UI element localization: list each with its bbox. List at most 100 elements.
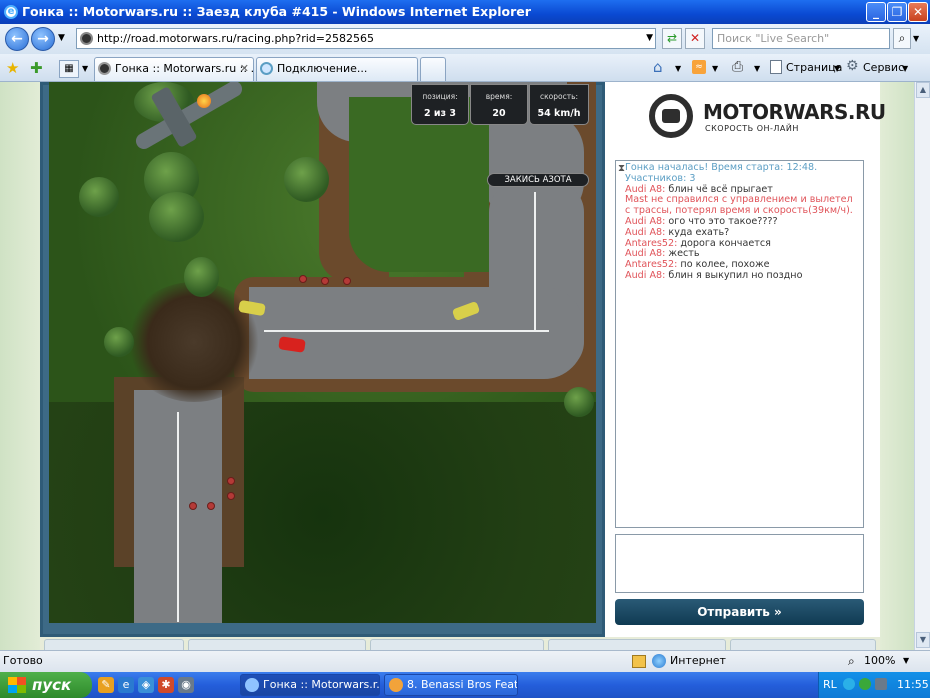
tree [79,177,119,217]
home-dropdown-icon[interactable]: ▼ [675,64,681,73]
chat-nick[interactable]: Antares52: [625,238,677,249]
internet-zone-icon [652,654,666,668]
address-dropdown-icon[interactable]: ▼ [646,29,653,48]
close-window-button[interactable]: ✕ [908,2,928,22]
tab-loading[interactable]: Подключение... [256,57,418,81]
minimize-button[interactable]: _ [866,2,886,22]
traffic-cone [227,477,235,485]
scroll-down-icon[interactable]: ▼ [916,632,930,648]
bottom-tab[interactable] [370,639,544,650]
send-button[interactable]: Отправить » [615,599,864,625]
tab-active[interactable]: Гонка :: Motorwars.ru :: ... ✕ [94,57,254,81]
print-icon[interactable]: ⎙ [732,59,743,75]
hourglass-icon: ⧗ [618,163,626,174]
chat-text: жесть [668,248,700,260]
feeds-icon[interactable]: ≈ [692,60,706,74]
page-content: позиция: 2 из 3 время: 20 скорость: 54 k… [0,82,914,650]
quicklaunch-app-icon[interactable]: ✱ [158,677,174,693]
search-button[interactable]: ⌕ [893,28,911,49]
new-tab-button[interactable] [420,57,446,81]
chat-nick[interactable]: Audi A8: [625,184,665,195]
tray-icon[interactable] [875,678,887,690]
language-indicator[interactable]: RL [823,672,837,698]
quicklaunch-app-icon[interactable]: ◉ [178,677,194,693]
refresh-button[interactable]: ⇄ [662,28,682,49]
road-stripe [177,412,179,622]
clock: 11:55 [897,678,929,691]
windows-logo-icon [8,677,26,693]
task-player-icon [389,678,403,692]
chat-nick[interactable]: Audi A8: [625,227,665,238]
chat-text: Гонка началась! Время старта: 12:48. Уча… [625,162,818,184]
zoom-level[interactable]: 100% [864,651,895,671]
vertical-scrollbar[interactable]: ▲ ▼ [914,82,930,650]
quicklaunch-app-icon[interactable]: ◈ [138,677,154,693]
feeds-dropdown-icon[interactable]: ▼ [712,64,718,73]
search-input[interactable]: Поиск "Live Search" [712,28,890,49]
zoom-icon[interactable]: ⌕ [848,651,855,671]
maximize-button[interactable]: ❐ [887,2,907,22]
chat-message: Audi A8: блин я выкупил но поздно [625,270,857,282]
stop-button[interactable]: ✕ [685,28,705,49]
tree [104,327,134,357]
chat-text: куда ехать? [668,226,730,238]
bottom-tab[interactable] [730,639,876,650]
address-input[interactable]: http://road.motorwars.ru/racing.php?rid=… [76,28,656,49]
tab-list-dropdown-icon[interactable]: ▼ [82,64,88,73]
forward-button[interactable]: → [31,27,55,51]
taskbar-task-browser[interactable]: Гонка :: Motorwars.r... [240,674,380,696]
traffic-cone [343,277,351,285]
chat-nick[interactable]: Audi A8: [625,270,665,281]
tree [149,192,204,242]
hud-position: позиция: 2 из 3 [411,84,469,125]
race-game-canvas[interactable]: позиция: 2 из 3 время: 20 скорость: 54 k… [49,82,596,623]
right-decoration [880,82,914,650]
status-bar: Готово Интернет ⌕ 100% ▼ [0,650,930,672]
chat-nick[interactable]: Audi A8: [625,248,665,259]
close-tab-icon[interactable]: ✕ [240,58,249,80]
left-decoration [0,82,40,650]
window-title: Гонка :: Motorwars.ru :: Заезд клуба #41… [22,4,531,19]
add-favorites-icon[interactable]: ✚ [30,59,43,77]
nitro-button[interactable]: ЗАКИСЬ АЗОТА [487,173,589,187]
bottom-tab[interactable] [188,639,366,650]
zoom-dropdown-icon[interactable]: ▼ [903,651,909,671]
chat-text: ого что это такое???? [668,215,778,227]
chat-text: дорога кончается [680,237,771,249]
window-title-bar: e Гонка :: Motorwars.ru :: Заезд клуба #… [0,0,930,24]
chat-nick[interactable]: Audi A8: [625,216,665,227]
service-menu[interactable]: Сервис [863,60,904,76]
back-button[interactable]: ← [5,27,29,51]
quicklaunch-ie-icon[interactable]: e [118,677,134,693]
chat-message-input[interactable] [615,534,864,593]
bottom-tab[interactable] [44,639,184,650]
quick-tabs-icon[interactable]: ▦ [59,60,79,78]
tray-icon[interactable] [859,678,871,690]
home-icon[interactable]: ⌂ [653,58,663,76]
popup-blocker-icon[interactable] [632,655,646,668]
quicklaunch-app-icon[interactable]: ✎ [98,677,114,693]
chat-log[interactable]: ⧗ Гонка началась! Время старта: 12:48. У… [615,160,864,528]
print-dropdown-icon[interactable]: ▼ [754,64,760,73]
tree [284,157,329,202]
favorites-star-icon[interactable]: ★ [6,59,19,77]
logo-name: MOTORWARS.RU [703,100,886,124]
chat-message: Mast не справился с управлением и вылете… [625,195,857,217]
road-stripe [534,192,536,332]
hud-time: время: 20 [470,84,528,125]
chat-text: блин чё всё прыгает [668,183,773,195]
service-dropdown-icon[interactable]: ▼ [902,64,908,73]
search-options-icon[interactable]: ▼ [913,34,919,43]
taskbar-task-player[interactable]: 8. Benassi Bros Feat.... [384,674,518,696]
address-toolbar: ← → ▼ http://road.motorwars.ru/racing.ph… [0,24,930,54]
site-favicon-icon [80,32,93,45]
scroll-up-icon[interactable]: ▲ [916,82,930,98]
history-dropdown-icon[interactable]: ▼ [58,33,65,43]
start-button[interactable]: пуск [0,672,92,698]
page-dropdown-icon[interactable]: ▼ [834,64,840,73]
chat-nick[interactable]: Antares52: [625,259,677,270]
tray-icon[interactable] [843,678,855,690]
tree [184,257,219,297]
bottom-tab[interactable] [548,639,726,650]
chat-text: по колее, похоже [680,259,770,271]
